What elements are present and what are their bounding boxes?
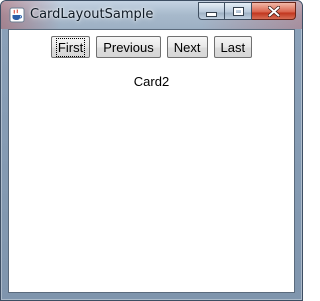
minimize-icon (206, 11, 217, 17)
navigation-buttons: First Previous Next Last (9, 36, 294, 58)
next-button[interactable]: Next (166, 36, 208, 58)
app-window: CardLayoutSample First Previous Next Las… (0, 0, 303, 301)
window-title: CardLayoutSample (30, 7, 154, 22)
last-button[interactable]: Last (213, 36, 253, 58)
content-pane: First Previous Next Last Card2 (8, 29, 295, 293)
java-coffee-cup-icon[interactable] (9, 7, 25, 23)
next-button-label: Next (173, 39, 201, 55)
first-button[interactable]: First (50, 36, 91, 58)
title-bar[interactable]: CardLayoutSample (1, 1, 302, 29)
maximize-icon (232, 6, 244, 16)
window-controls (198, 2, 296, 20)
minimize-button[interactable] (198, 2, 225, 20)
close-button[interactable] (252, 2, 296, 20)
first-button-label: First (55, 37, 86, 57)
close-icon (267, 5, 280, 17)
card-label: Card2 (133, 74, 170, 89)
previous-button[interactable]: Previous (96, 36, 161, 58)
last-button-label: Last (220, 39, 246, 55)
maximize-button[interactable] (225, 2, 252, 20)
previous-button-label: Previous (103, 39, 154, 55)
